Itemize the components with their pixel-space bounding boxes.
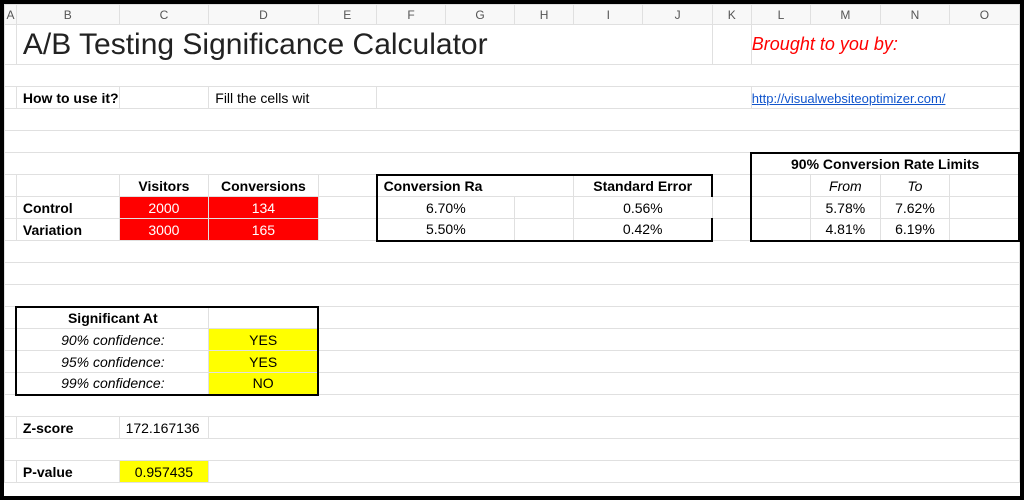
sig-99-label: 99% confidence: — [16, 373, 208, 395]
col-C[interactable]: C — [119, 5, 209, 25]
hdr-rate: Conversion Ra — [377, 175, 574, 197]
cell-variation-conversions[interactable]: 165 — [209, 219, 318, 241]
col-E[interactable]: E — [318, 5, 377, 25]
hdr-conversions: Conversions — [209, 175, 318, 197]
hdr-visitors: Visitors — [119, 175, 209, 197]
spreadsheet-grid: A B C D E F G H I J K L M N O A/B Testin… — [4, 4, 1020, 483]
page-title: A/B Testing Significance Calculator — [16, 25, 712, 65]
sig-95-value: YES — [209, 351, 318, 373]
hdr-to: To — [880, 175, 950, 197]
col-M[interactable]: M — [811, 5, 881, 25]
sig-99-value: NO — [209, 373, 318, 395]
col-N[interactable]: N — [880, 5, 950, 25]
row-control-label: Control — [16, 197, 119, 219]
col-I[interactable]: I — [574, 5, 643, 25]
cell-control-to: 7.62% — [880, 197, 950, 219]
spreadsheet-frame: A B C D E F G H I J K L M N O A/B Testin… — [0, 0, 1024, 500]
zscore-value: 172.167136 — [119, 417, 209, 439]
sig-title: Significant At — [16, 307, 208, 329]
column-headers: A B C D E F G H I J K L M N O — [5, 5, 1020, 25]
pvalue-value: 0.957435 — [119, 461, 209, 483]
hdr-from: From — [811, 175, 881, 197]
cell-variation-se: 0.42% — [574, 219, 713, 241]
col-G[interactable]: G — [446, 5, 515, 25]
cell-variation-visitors[interactable]: 3000 — [119, 219, 209, 241]
cell-control-rate: 6.70% — [377, 197, 515, 219]
col-L[interactable]: L — [751, 5, 810, 25]
sig-90-label: 90% confidence: — [16, 329, 208, 351]
brought-by-label: Brought to you by: — [751, 25, 1019, 65]
cell-variation-rate: 5.50% — [377, 219, 515, 241]
cell-control-conversions[interactable]: 134 — [209, 197, 318, 219]
zscore-label: Z-score — [16, 417, 119, 439]
cell-control-from: 5.78% — [811, 197, 881, 219]
row-variation-label: Variation — [16, 219, 119, 241]
col-B[interactable]: B — [16, 5, 119, 25]
pvalue-label: P-value — [16, 461, 119, 483]
col-D[interactable]: D — [209, 5, 318, 25]
howto-text: Fill the cells wit — [209, 87, 377, 109]
cell-control-se: 0.56% — [574, 197, 713, 219]
cell-variation-to: 6.19% — [880, 219, 950, 241]
col-F[interactable]: F — [377, 5, 446, 25]
col-A[interactable]: A — [5, 5, 17, 25]
col-O[interactable]: O — [950, 5, 1019, 25]
col-K[interactable]: K — [712, 5, 751, 25]
limits-title: 90% Conversion Rate Limits — [751, 153, 1019, 175]
sig-90-value: YES — [209, 329, 318, 351]
cell-control-visitors[interactable]: 2000 — [119, 197, 209, 219]
vwo-link[interactable]: http://visualwebsiteoptimizer.com/ — [752, 91, 946, 106]
col-H[interactable]: H — [515, 5, 574, 25]
cell-variation-from: 4.81% — [811, 219, 881, 241]
hdr-se: Standard Error — [574, 175, 713, 197]
col-J[interactable]: J — [643, 5, 712, 25]
howto-label: How to use it? — [16, 87, 119, 109]
sig-95-label: 95% confidence: — [16, 351, 208, 373]
